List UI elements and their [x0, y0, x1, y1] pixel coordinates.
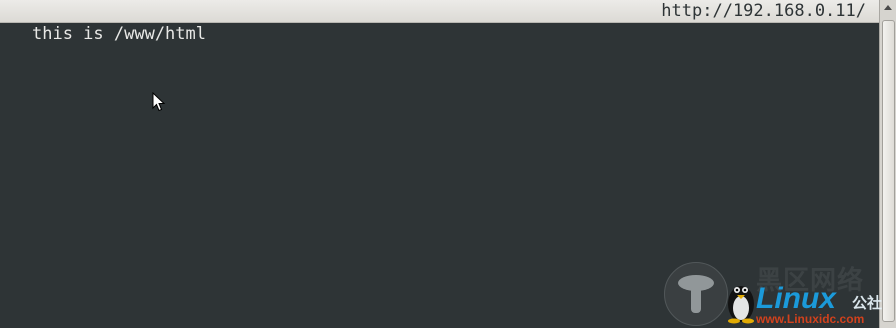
- watermark-logo: 黑区网络 Linux 公社 www.Linuxidc.com: [664, 258, 888, 326]
- page-body-text: this is /www/html: [32, 24, 206, 44]
- watermark-url: www.Linuxidc.com: [756, 312, 865, 326]
- browser-window: http://192.168.0.11/ this is /www/html 黑…: [0, 0, 896, 328]
- url-bar: http://192.168.0.11/: [0, 0, 880, 23]
- arrow-up-icon[interactable]: [881, 1, 895, 15]
- tux-penguin-icon: [728, 286, 754, 324]
- watermark-circle: [664, 262, 728, 326]
- tool-icon: [678, 275, 714, 313]
- mouse-pointer-icon: [152, 92, 166, 112]
- watermark-brand: Linux: [756, 282, 836, 315]
- watermark-brand-suffix: 公社: [852, 294, 883, 312]
- url-text: http://192.168.0.11/: [661, 1, 866, 21]
